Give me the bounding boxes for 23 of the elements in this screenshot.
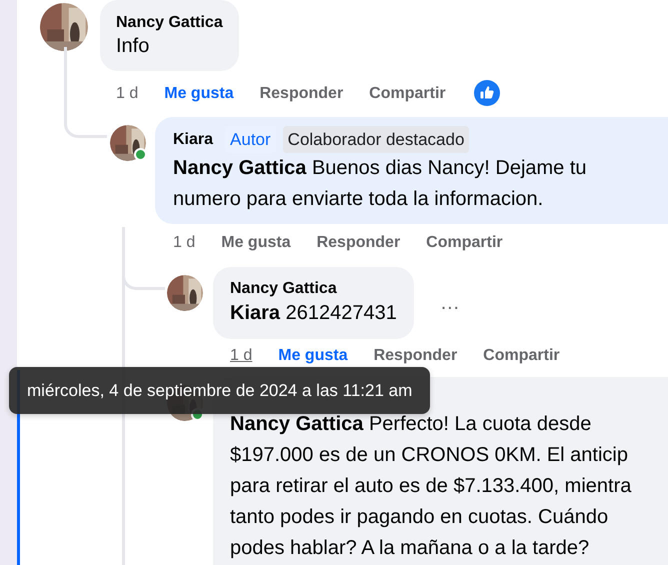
reply-link[interactable]: Responder	[316, 233, 400, 253]
author-name[interactable]: Nancy Gattica	[116, 13, 223, 33]
author-name[interactable]: Kiara	[173, 130, 214, 150]
share-link[interactable]: Compartir	[426, 233, 503, 253]
more-options-button[interactable]: …	[436, 292, 465, 314]
date-tooltip: miércoles, 4 de septiembre de 2024 a las 11:21 am	[9, 367, 430, 414]
comment-text: Info	[116, 34, 150, 59]
contributor-badge: Colaborador destacado	[282, 126, 470, 153]
author-name[interactable]: Nancy Gattica	[230, 279, 337, 299]
share-link[interactable]: Compartir	[369, 84, 446, 104]
reply-link[interactable]: Responder	[374, 346, 458, 366]
timestamp-link[interactable]: 1 d	[230, 346, 252, 366]
like-link[interactable]: Me gusta	[278, 346, 348, 366]
timestamp-link[interactable]: 1 d	[173, 233, 196, 253]
thumbs-up-icon[interactable]	[474, 80, 500, 106]
comment-text: Kiara 2612427431	[230, 301, 397, 326]
like-link[interactable]: Me gusta	[164, 84, 234, 104]
comment-text: Nancy Gattica Buenos dias Nancy! Dejame tu numero para enviarte toda la informacion.	[173, 156, 588, 212]
reply-link[interactable]: Responder	[260, 84, 344, 104]
timestamp-link[interactable]: 1 d	[116, 84, 138, 104]
like-link[interactable]: Me gusta	[221, 233, 291, 253]
comment-text: Nancy Gattica Perfecto! La cuota desde $197.000 es de un CRONOS 0KM. El anticip para retirar el auto es de $7.133.400, mientra tanto podes ir pagando en cuotas. Cuándo podes hablar? A la mañana o a la tarde?	[230, 412, 632, 561]
share-link[interactable]: Compartir	[483, 346, 560, 366]
